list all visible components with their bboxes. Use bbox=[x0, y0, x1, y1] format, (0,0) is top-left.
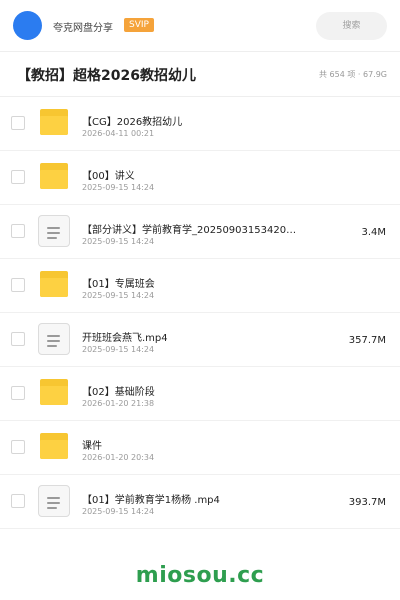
file-name: 【00】讲义 bbox=[82, 171, 135, 182]
file-list: 【CG】2026教招幼儿 2026-04-11 00:21 【00】讲义 2025-0… bbox=[0, 97, 400, 529]
search-input[interactable]: 搜索 bbox=[316, 12, 387, 40]
file-name: 课件 bbox=[82, 441, 102, 452]
file-size: 393.7M bbox=[348, 497, 386, 508]
select-checkbox[interactable] bbox=[11, 386, 25, 400]
file-date: 2026-01-20 21:38 bbox=[82, 399, 155, 408]
file-icon bbox=[38, 215, 70, 247]
svip-badge: SVIP bbox=[124, 18, 154, 32]
top-bar: 夸克网盘分享 SVIP 搜索 bbox=[0, 0, 400, 52]
file-name: 【CG】2026教招幼儿 bbox=[82, 117, 183, 128]
file-name: 【01】专属班会 bbox=[82, 279, 155, 290]
username: 夸克网盘分享 bbox=[53, 23, 113, 34]
file-icon bbox=[38, 485, 70, 517]
file-date: 2025-09-15 14:24 bbox=[82, 237, 155, 246]
list-item[interactable]: 【部分讲义】学前教育学_20250903153420… 2025-09-15 14… bbox=[0, 205, 400, 259]
file-date: 2026-01-20 20:34 bbox=[82, 453, 155, 462]
file-name: 开班班会燕飞.mp4 bbox=[82, 333, 168, 344]
list-item[interactable]: 【02】基础阶段 2026-01-20 21:38 bbox=[0, 367, 400, 421]
select-checkbox[interactable] bbox=[11, 278, 25, 292]
file-name: 【部分讲义】学前教育学_20250903153420… bbox=[82, 225, 297, 236]
folder-icon bbox=[38, 269, 70, 301]
list-item[interactable]: 【CG】2026教招幼儿 2026-04-11 00:21 bbox=[0, 97, 400, 151]
select-checkbox[interactable] bbox=[11, 332, 25, 346]
file-date: 2025-09-15 14:24 bbox=[82, 345, 155, 354]
list-item[interactable]: 课件 2026-01-20 20:34 bbox=[0, 421, 400, 475]
list-item[interactable]: 【01】专属班会 2025-09-15 14:24 bbox=[0, 259, 400, 313]
list-item[interactable]: 【00】讲义 2025-09-15 14:24 bbox=[0, 151, 400, 205]
watermark: miosou.cc bbox=[135, 563, 265, 588]
list-item[interactable]: 开班班会燕飞.mp4 2025-09-15 14:24 357.7M bbox=[0, 313, 400, 367]
list-item[interactable]: 【01】学前教育学1杨杨 .mp4 2025-09-15 14:24 393.7M bbox=[0, 475, 400, 529]
folder-icon bbox=[38, 431, 70, 463]
file-date: 2025-09-15 14:24 bbox=[82, 291, 155, 300]
file-name: 【01】学前教育学1杨杨 .mp4 bbox=[82, 495, 220, 506]
folder-icon bbox=[38, 377, 70, 409]
file-date: 2025-09-15 14:24 bbox=[82, 183, 155, 192]
select-checkbox[interactable] bbox=[11, 170, 25, 184]
select-checkbox[interactable] bbox=[11, 494, 25, 508]
file-size: 3.4M bbox=[361, 227, 386, 238]
page-title: 【教招】超格2026教招幼儿 bbox=[17, 68, 196, 84]
avatar[interactable] bbox=[13, 11, 42, 40]
select-checkbox[interactable] bbox=[11, 224, 25, 238]
folder-icon bbox=[38, 107, 70, 139]
file-size: 357.7M bbox=[348, 335, 386, 346]
folder-meta: 共 654 项 · 67.9G bbox=[319, 70, 387, 79]
file-date: 2025-09-15 14:24 bbox=[82, 507, 155, 516]
file-date: 2026-04-11 00:21 bbox=[82, 129, 155, 138]
select-checkbox[interactable] bbox=[11, 116, 25, 130]
file-icon bbox=[38, 323, 70, 355]
folder-icon bbox=[38, 161, 70, 193]
select-checkbox[interactable] bbox=[11, 440, 25, 454]
file-name: 【02】基础阶段 bbox=[82, 387, 155, 398]
